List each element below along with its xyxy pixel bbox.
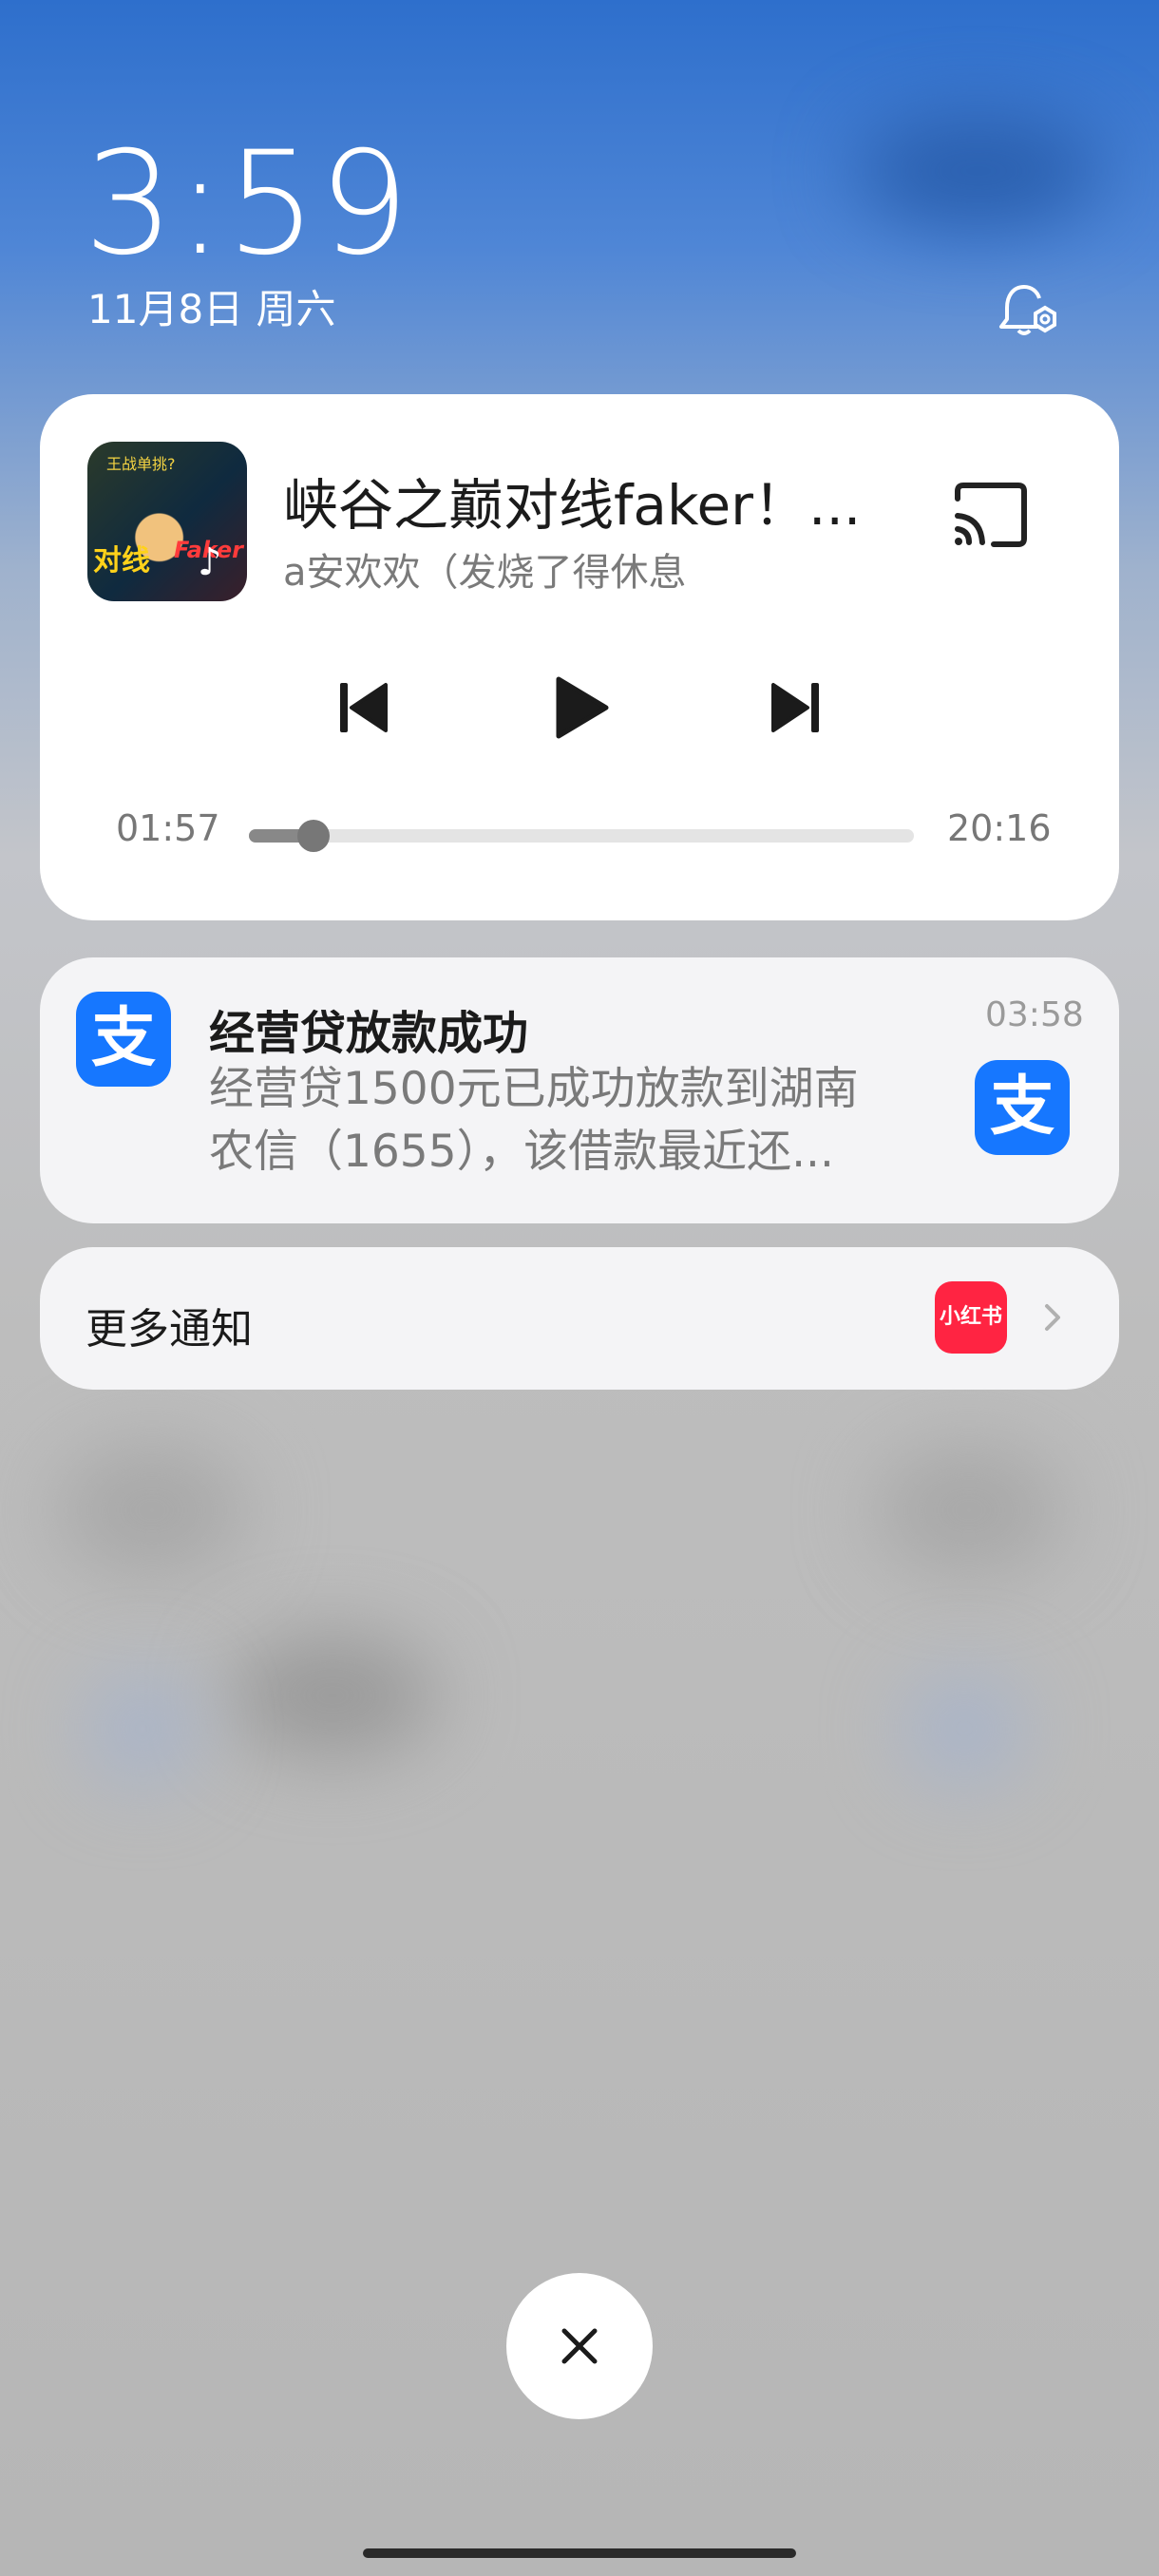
clock-date: 11月8日 周六 [87,286,336,332]
progress-track[interactable] [249,820,914,852]
xiaohongshu-icon: 小红书 [935,1281,1007,1354]
media-player-card[interactable]: 王战单挑? 对线 Faker ♪ 峡谷之巅对线faker！... a安欢欢（发烧… [40,394,1119,920]
background-blur [874,1444,1064,1577]
chevron-right-icon [1045,1304,1060,1331]
background-blur [57,1444,247,1577]
previous-icon[interactable] [327,670,403,746]
total-time: 20:16 [947,807,1052,849]
home-indicator[interactable] [363,2548,796,2558]
tiktok-icon: ♪ [198,540,222,584]
next-icon[interactable] [756,670,832,746]
elapsed-time: 01:57 [116,807,220,849]
notification-title: 经营贷放款成功 [209,1007,529,1060]
close-button[interactable] [506,2273,653,2419]
notification-time: 03:58 [985,995,1084,1034]
album-art-text: 王战单挑? [106,455,176,473]
media-artist: a安欢欢（发烧了得休息 [283,551,687,595]
notification-body: 经营贷1500元已成功放款到湖南 农信（1655），该借款最近还... [209,1058,969,1184]
cast-icon[interactable] [952,482,1030,548]
notification-settings-icon[interactable] [998,277,1064,344]
notification-card[interactable]: 支 经营贷放款成功 03:58 经营贷1500元已成功放款到湖南 农信（1655… [40,957,1119,1223]
notification-body-line: 经营贷1500元已成功放款到湖南 [209,1063,859,1115]
background-blur [228,1634,437,1757]
background-blur [902,1672,1026,1786]
background-blur [855,114,1102,228]
close-icon [561,2328,598,2364]
alipay-large-icon: 支 [975,1060,1070,1155]
media-title: 峡谷之巅对线faker！... [283,473,862,538]
more-notifications-button[interactable]: 更多通知 小红书 [40,1247,1119,1390]
clock-time: 3:59 [84,122,411,287]
more-notifications-label: 更多通知 [86,1305,253,1354]
album-art-text: 对线 [93,544,150,578]
background-blur [86,1672,200,1786]
album-art: 王战单挑? 对线 Faker ♪ [87,442,247,601]
alipay-icon: 支 [76,992,171,1087]
play-icon[interactable] [542,670,618,746]
notification-body-line: 农信（1655），该借款最近还... [209,1126,834,1178]
progress-handle[interactable] [296,820,330,852]
